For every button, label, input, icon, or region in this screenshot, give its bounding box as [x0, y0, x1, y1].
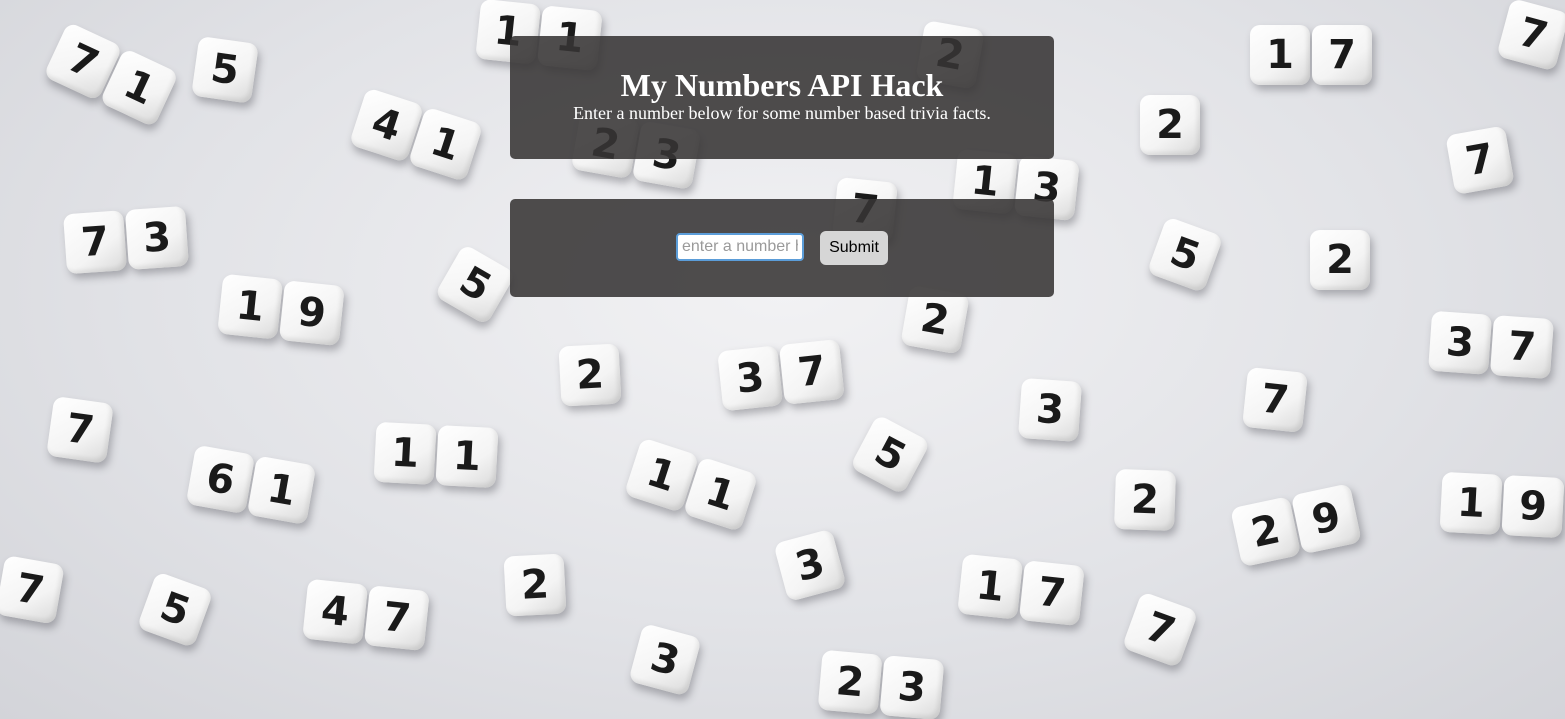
number-bead: 2: [558, 343, 623, 407]
bead-digit: 7: [0, 555, 65, 625]
bead-digit: 3: [628, 622, 702, 697]
number-bead: 3: [1017, 377, 1084, 442]
bead-digit: 1: [217, 273, 284, 340]
number-bead: 5: [136, 571, 216, 649]
bead-digit: 3: [773, 528, 847, 603]
bead-digit: 3: [879, 655, 945, 719]
number-bead: 5: [191, 35, 261, 104]
number-bead: 23: [817, 649, 947, 719]
number-bead: 71: [43, 21, 181, 129]
bead-digit: 5: [434, 243, 517, 326]
bead-digit: 5: [136, 571, 214, 649]
bead-digit: 7: [363, 585, 430, 652]
bead-digit: 1: [246, 455, 317, 525]
number-bead: 7: [1445, 125, 1516, 195]
number-bead: 37: [717, 338, 847, 412]
bead-digit: 7: [778, 338, 845, 405]
header-panel: My Numbers API Hack Enter a number below…: [510, 36, 1054, 159]
bead-digit: 3: [1017, 377, 1083, 442]
bead-digit: 2: [1230, 496, 1302, 568]
bead-digit: 3: [124, 205, 189, 270]
number-bead: 7: [1496, 0, 1565, 72]
number-bead: 5: [1146, 216, 1226, 294]
number-bead: 7: [46, 395, 116, 464]
bead-digit: 7: [1242, 366, 1308, 433]
number-bead: 73: [63, 205, 191, 275]
bead-digit: 2: [1113, 468, 1177, 531]
number-bead: 2: [503, 553, 568, 617]
number-bead: 11: [623, 437, 760, 533]
bead-digit: 2: [503, 553, 567, 617]
bead-digit: 7: [1312, 25, 1372, 85]
bead-digit: 4: [302, 578, 369, 645]
number-bead: 17: [1250, 25, 1374, 85]
bead-digit: 1: [1250, 25, 1310, 85]
number-bead: 19: [1439, 471, 1565, 539]
bead-digit: 3: [717, 345, 784, 412]
bead-digit: 7: [1121, 591, 1199, 669]
page-subtitle: Enter a number below for some number bas…: [573, 103, 991, 123]
bead-digit: 2: [558, 343, 622, 407]
bead-digit: 2: [817, 649, 883, 715]
number-bead: 29: [1230, 483, 1364, 568]
number-bead: 2: [1140, 95, 1202, 155]
bead-digit: 9: [1501, 475, 1565, 539]
bead-digit: 5: [849, 413, 931, 496]
number-bead: 17: [957, 553, 1087, 627]
number-bead: 2: [1113, 468, 1178, 531]
number-bead: 5: [849, 413, 933, 496]
bead-digit: 2: [1140, 95, 1200, 155]
bead-digit: 2: [1310, 230, 1370, 290]
number-bead: 2: [1310, 230, 1372, 290]
number-bead: 47: [302, 578, 432, 652]
bead-digit: 7: [1489, 315, 1554, 380]
bead-digit: 7: [1445, 125, 1515, 195]
page-title: My Numbers API Hack: [620, 67, 944, 103]
form-panel: Submit: [510, 199, 1054, 297]
bead-digit: 1: [435, 425, 499, 489]
bead-digit: 5: [191, 35, 259, 104]
bead-digit: 7: [1496, 0, 1565, 72]
bead-digit: 3: [1428, 310, 1493, 375]
bead-digit: 1: [373, 421, 437, 485]
number-bead: 61: [185, 444, 319, 526]
number-bead: 19: [217, 273, 347, 347]
number-bead: 7: [0, 555, 67, 625]
bead-digit: 1: [957, 553, 1024, 620]
bead-digit: 9: [278, 280, 345, 347]
number-bead: 7: [1242, 366, 1310, 433]
number-bead: 7: [1121, 591, 1201, 669]
bead-digit: 9: [1290, 483, 1362, 555]
bead-digit: 1: [1439, 471, 1503, 535]
number-bead: 3: [628, 622, 703, 697]
bead-digit: 6: [185, 444, 256, 515]
number-bead: 3: [773, 528, 848, 603]
number-input[interactable]: [676, 233, 804, 261]
number-bead: 41: [348, 87, 485, 183]
number-bead: 11: [373, 421, 501, 489]
bead-digit: 5: [1146, 216, 1224, 294]
bead-digit: 7: [63, 210, 128, 275]
submit-button[interactable]: Submit: [820, 231, 888, 265]
number-bead: 37: [1428, 310, 1556, 380]
bead-digit: 7: [46, 395, 114, 464]
bead-digit: 7: [1018, 560, 1085, 627]
number-bead: 5: [434, 243, 518, 327]
